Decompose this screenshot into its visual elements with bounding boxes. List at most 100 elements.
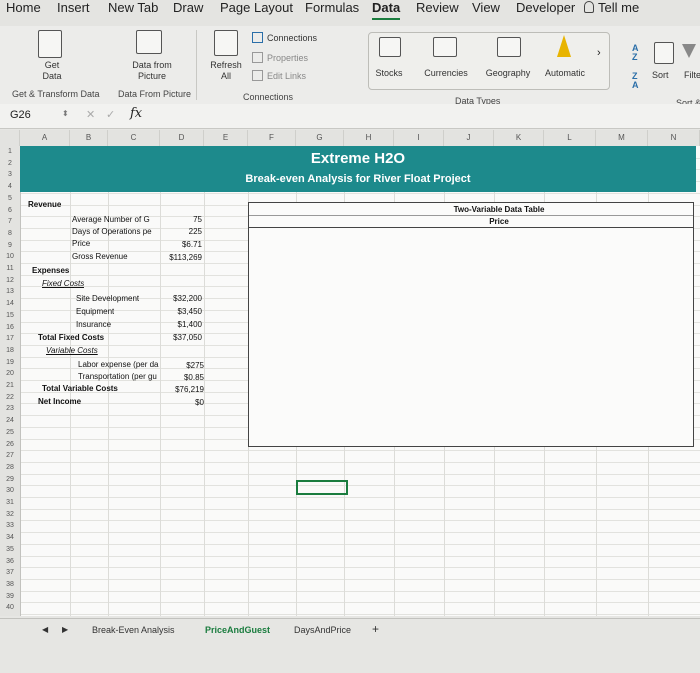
next-sheet-arrow-icon[interactable]: ▶ xyxy=(62,625,68,634)
cell-site-value[interactable]: $32,200 xyxy=(160,293,202,304)
row-header[interactable]: 1 xyxy=(0,146,20,157)
sort-button[interactable]: Sort xyxy=(652,70,669,81)
column-header[interactable]: I xyxy=(394,130,444,146)
cell-revenue-heading[interactable]: Revenue xyxy=(28,199,61,210)
row-header[interactable]: 5 xyxy=(0,193,20,204)
row-header[interactable]: 20 xyxy=(0,368,20,379)
cell-labor-value[interactable]: $275 xyxy=(160,360,204,371)
cell-price-value[interactable]: $6.71 xyxy=(160,239,202,250)
refresh-all-button[interactable]: Refresh All xyxy=(204,60,248,82)
column-header[interactable]: H xyxy=(344,130,394,146)
row-header[interactable]: 40 xyxy=(0,602,20,613)
tell-me-search[interactable]: Tell me xyxy=(584,0,639,15)
selected-cell-g26[interactable] xyxy=(296,480,348,495)
cell-total-fixed-label[interactable]: Total Fixed Costs xyxy=(38,332,104,343)
cell-avg-number-value[interactable]: 75 xyxy=(160,214,202,225)
row-header[interactable]: 31 xyxy=(0,497,20,508)
cell-labor-label[interactable]: Labor expense (per da xyxy=(78,359,160,370)
row-header[interactable]: 23 xyxy=(0,403,20,414)
cell-net-income-label[interactable]: Net Income xyxy=(38,396,81,407)
column-header[interactable]: E xyxy=(204,130,248,146)
row-header[interactable]: 2 xyxy=(0,158,20,169)
tab-review[interactable]: Review xyxy=(416,0,459,15)
row-header[interactable]: 4 xyxy=(0,181,20,192)
row-header[interactable]: 14 xyxy=(0,298,20,309)
tab-data[interactable]: Data xyxy=(372,0,401,20)
column-header[interactable]: K xyxy=(494,130,544,146)
row-header[interactable]: 6 xyxy=(0,205,20,216)
cell-gross-label[interactable]: Gross Revenue xyxy=(72,251,128,262)
row-header[interactable]: 19 xyxy=(0,357,20,368)
row-header[interactable]: 36 xyxy=(0,556,20,567)
row-header[interactable]: 17 xyxy=(0,333,20,344)
row-header[interactable]: 18 xyxy=(0,345,20,356)
row-header[interactable]: 32 xyxy=(0,509,20,520)
tab-view[interactable]: View xyxy=(472,0,500,15)
row-header[interactable]: 16 xyxy=(0,322,20,333)
tab-home[interactable]: Home xyxy=(6,0,41,15)
row-header[interactable]: 35 xyxy=(0,544,20,555)
row-header[interactable]: 3 xyxy=(0,169,20,180)
sheet-tab-price-and-guest[interactable]: PriceAndGuest xyxy=(205,625,270,635)
row-header[interactable]: 24 xyxy=(0,415,20,426)
geography-button[interactable]: Geography xyxy=(483,68,533,79)
cell-expenses-heading[interactable]: Expenses xyxy=(32,265,69,276)
stocks-button[interactable]: Stocks xyxy=(371,68,407,79)
row-header[interactable]: 12 xyxy=(0,275,20,286)
cell-days-value[interactable]: 225 xyxy=(160,226,202,237)
data-from-picture-button[interactable]: Data from Picture xyxy=(124,60,180,82)
cell-site-label[interactable]: Site Development xyxy=(76,293,139,304)
row-header[interactable]: 29 xyxy=(0,474,20,485)
cell-variable-costs-heading[interactable]: Variable Costs xyxy=(46,345,98,356)
row-header[interactable]: 37 xyxy=(0,567,20,578)
cell-net-income-value[interactable]: $0 xyxy=(160,397,204,408)
fx-icon[interactable]: fx xyxy=(130,106,142,121)
cell-insurance-label[interactable]: Insurance xyxy=(76,319,111,330)
row-header[interactable]: 27 xyxy=(0,450,20,461)
column-header[interactable]: G xyxy=(296,130,344,146)
cell-equipment-value[interactable]: $3,450 xyxy=(160,306,202,317)
cell-equipment-label[interactable]: Equipment xyxy=(76,306,114,317)
sheet-tab-break-even[interactable]: Break-Even Analysis xyxy=(92,625,175,635)
sheet-tab-days-and-price[interactable]: DaysAndPrice xyxy=(294,625,351,635)
row-header[interactable]: 25 xyxy=(0,427,20,438)
automatic-button[interactable]: Automatic xyxy=(541,68,589,79)
tab-draw[interactable]: Draw xyxy=(173,0,203,15)
column-header[interactable]: J xyxy=(444,130,494,146)
row-header[interactable]: 34 xyxy=(0,532,20,543)
cell-total-variable-label[interactable]: Total Variable Costs xyxy=(42,383,118,394)
row-header[interactable]: 15 xyxy=(0,310,20,321)
cell-gross-value[interactable]: $113,269 xyxy=(160,252,202,263)
row-header[interactable]: 9 xyxy=(0,240,20,251)
row-header[interactable]: 10 xyxy=(0,251,20,262)
select-all-corner[interactable] xyxy=(0,130,20,146)
prev-sheet-arrow-icon[interactable]: ◀ xyxy=(42,625,48,634)
row-header[interactable]: 28 xyxy=(0,462,20,473)
tab-formulas[interactable]: Formulas xyxy=(305,0,359,15)
row-header[interactable]: 7 xyxy=(0,216,20,227)
row-header[interactable]: 13 xyxy=(0,286,20,297)
get-data-button[interactable]: Get Data xyxy=(30,60,74,82)
formula-input[interactable] xyxy=(152,108,692,124)
column-header[interactable]: M xyxy=(596,130,648,146)
tab-page-layout[interactable]: Page Layout xyxy=(220,0,293,15)
edit-links-button[interactable]: Edit Links xyxy=(252,70,306,82)
row-header[interactable]: 8 xyxy=(0,228,20,239)
row-header[interactable]: 26 xyxy=(0,439,20,450)
cell-total-variable-value[interactable]: $76,219 xyxy=(160,384,204,395)
row-header[interactable]: 11 xyxy=(0,263,20,274)
gallery-chevron-icon[interactable]: › xyxy=(597,47,601,59)
row-header[interactable]: 22 xyxy=(0,392,20,403)
properties-button[interactable]: Properties xyxy=(252,52,308,64)
cell-insurance-value[interactable]: $1,400 xyxy=(160,319,202,330)
filter-button[interactable]: Filte xyxy=(684,70,700,81)
cell-avg-number-label[interactable]: Average Number of G xyxy=(72,214,160,225)
add-sheet-button[interactable]: + xyxy=(372,622,379,636)
sort-descending-icon[interactable]: ZA xyxy=(632,72,639,90)
column-header[interactable]: D xyxy=(160,130,204,146)
connections-button[interactable]: Connections xyxy=(252,32,317,44)
name-box[interactable]: G26 xyxy=(4,106,56,124)
row-header[interactable]: 33 xyxy=(0,520,20,531)
column-header[interactable]: N xyxy=(648,130,700,146)
cell-days-label[interactable]: Days of Operations pe xyxy=(72,226,160,237)
